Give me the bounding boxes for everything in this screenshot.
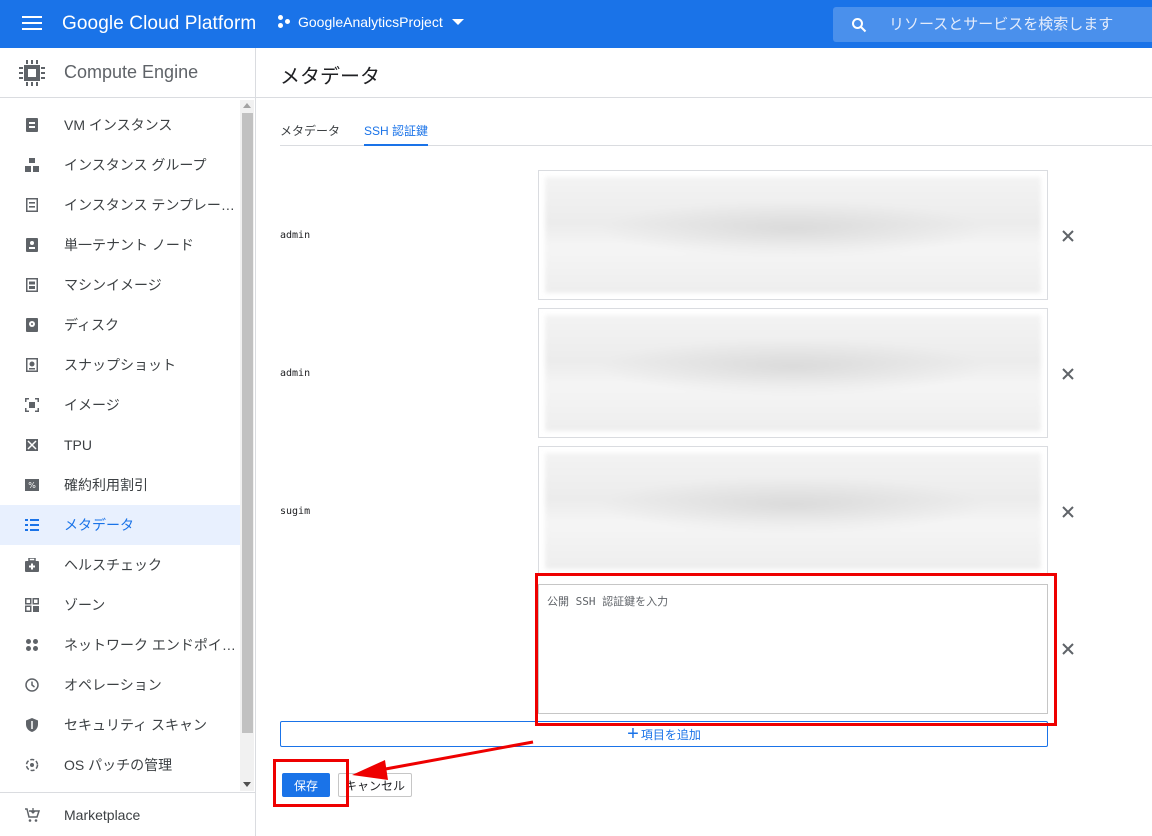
sidebar-item-label: イメージ (64, 397, 120, 413)
vm-instance-icon (24, 117, 40, 133)
sidebar-item-label: ネットワーク エンドポイ… (64, 637, 236, 653)
tpu-icon (24, 437, 40, 453)
scroll-down-arrow-icon[interactable] (243, 782, 251, 787)
redacted-key (545, 315, 1041, 431)
add-item-label: 項目を追加 (640, 727, 701, 742)
cancel-button[interactable]: キャンセル (338, 773, 412, 797)
redacted-key (545, 453, 1041, 569)
sidebar-item-machine-images[interactable]: マシンイメージ (0, 265, 240, 305)
disk-icon (24, 317, 40, 333)
sidebar-item-network-endpoint-groups[interactable]: ネットワーク エンドポイ… (0, 625, 240, 665)
sidebar-item-marketplace[interactable]: Marketplace (0, 792, 255, 836)
scroll-up-arrow-icon[interactable] (243, 103, 251, 108)
ssh-key-username: admin (280, 368, 311, 379)
sidebar-scrollbar[interactable] (240, 100, 254, 791)
add-item-button[interactable]: + 項目を追加 (280, 721, 1048, 747)
compute-engine-icon (19, 59, 45, 86)
health-check-icon (24, 557, 40, 573)
tab-ssh-keys[interactable]: SSH 認証鍵 (364, 122, 429, 146)
sidebar-item-vm-instances[interactable]: VM インスタンス (0, 105, 240, 145)
brand-title[interactable]: Google Cloud Platform (62, 13, 256, 35)
instance-group-icon (24, 157, 40, 173)
machine-image-icon (24, 277, 40, 293)
metadata-icon (24, 517, 40, 533)
sidebar-item-label: メタデータ (64, 517, 134, 533)
ssh-key-value[interactable] (538, 308, 1048, 438)
sidebar-item-label: マシンイメージ (64, 277, 162, 293)
ssh-key-username: admin (280, 230, 311, 241)
delete-key-icon[interactable] (1060, 504, 1076, 520)
scrollbar-thumb[interactable] (242, 113, 253, 733)
ssh-key-value[interactable] (538, 446, 1048, 576)
sidebar-item-label: オペレーション (64, 677, 162, 693)
sidebar-item-label: ゾーン (64, 597, 106, 613)
chevron-down-icon (451, 19, 464, 25)
security-scan-icon (24, 717, 40, 733)
menu-icon[interactable] (22, 16, 42, 32)
cart-icon (24, 807, 40, 823)
sidebar-item-label: 単一テナント ノード (64, 237, 194, 253)
redacted-key (545, 177, 1041, 293)
sidebar-item-operations[interactable]: オペレーション (0, 665, 240, 705)
sidebar-item-instance-groups[interactable]: インスタンス グループ (0, 145, 240, 185)
tab-bar: メタデータ SSH 認証鍵 (280, 120, 1152, 146)
main-content: メタデータ メタデータ SSH 認証鍵 admin admin sugim + … (256, 48, 1152, 836)
delete-key-icon[interactable] (1060, 228, 1076, 244)
sidebar-item-label: VM インスタンス (64, 117, 173, 133)
instance-template-icon (24, 197, 40, 213)
sidebar-item-instance-templates[interactable]: インスタンス テンプレー… (0, 185, 240, 225)
sidebar-item-images[interactable]: イメージ (0, 385, 240, 425)
sidebar-item-disks[interactable]: ディスク (0, 305, 240, 345)
operations-icon (24, 677, 40, 693)
sidebar-item-os-patch-management[interactable]: OS パッチの管理 (0, 745, 240, 785)
sidebar-item-label: OS パッチの管理 (64, 757, 173, 773)
sidebar-item-security-scan[interactable]: セキュリティ スキャン (0, 705, 240, 745)
header-divider (256, 97, 1152, 98)
product-header: Compute Engine (0, 48, 255, 98)
sidebar-item-zones[interactable]: ゾーン (0, 585, 240, 625)
search-input[interactable] (889, 16, 1139, 33)
discount-icon: % (24, 477, 40, 493)
sidebar-item-label: ヘルスチェック (64, 557, 162, 573)
sidebar-item-health-checks[interactable]: ヘルスチェック (0, 545, 240, 585)
ssh-key-username: sugim (280, 506, 311, 517)
sidebar-item-label: 確約利用割引 (64, 477, 148, 493)
sidebar-item-label: Marketplace (64, 806, 141, 823)
sidebar-item-label: TPU (64, 437, 92, 453)
sidebar-item-sole-tenant-nodes[interactable]: 単一テナント ノード (0, 225, 240, 265)
sidebar-nav: VM インスタンス インスタンス グループ インスタンス テンプレー… 単一テナ… (0, 105, 240, 785)
sidebar: Compute Engine VM インスタンス インスタンス グループ インス… (0, 48, 256, 836)
page-title: メタデータ (280, 66, 380, 88)
image-icon (24, 397, 40, 413)
tab-metadata[interactable]: メタデータ (280, 122, 340, 146)
plus-icon: + (627, 723, 639, 745)
project-selector[interactable]: GoogleAnalyticsProject (278, 14, 464, 30)
search-icon (852, 17, 867, 32)
os-patch-icon (24, 757, 40, 773)
sidebar-item-label: ディスク (64, 317, 120, 333)
search-bar[interactable] (833, 7, 1152, 42)
snapshot-icon (24, 357, 40, 373)
new-ssh-key-input[interactable] (538, 584, 1048, 714)
sole-tenant-icon (24, 237, 40, 253)
svg-text:%: % (28, 481, 36, 490)
product-name: Compute Engine (64, 62, 199, 82)
zone-icon (24, 597, 40, 613)
ssh-key-value[interactable] (538, 170, 1048, 300)
project-name: GoogleAnalyticsProject (298, 14, 443, 30)
sidebar-item-label: セキュリティ スキャン (64, 717, 208, 733)
sidebar-item-label: インスタンス グループ (64, 157, 207, 173)
sidebar-item-label: インスタンス テンプレー… (64, 197, 235, 213)
top-app-bar: Google Cloud Platform GoogleAnalyticsPro… (0, 0, 1152, 48)
delete-key-icon[interactable] (1060, 641, 1076, 657)
sidebar-item-label: スナップショット (64, 357, 176, 373)
network-endpoint-icon (24, 637, 40, 653)
sidebar-item-metadata[interactable]: メタデータ (0, 505, 240, 545)
sidebar-item-snapshots[interactable]: スナップショット (0, 345, 240, 385)
save-button[interactable]: 保存 (282, 773, 330, 797)
project-icon (278, 15, 292, 29)
delete-key-icon[interactable] (1060, 366, 1076, 382)
sidebar-item-tpu[interactable]: TPU (0, 425, 240, 465)
sidebar-item-committed-use-discounts[interactable]: % 確約利用割引 (0, 465, 240, 505)
